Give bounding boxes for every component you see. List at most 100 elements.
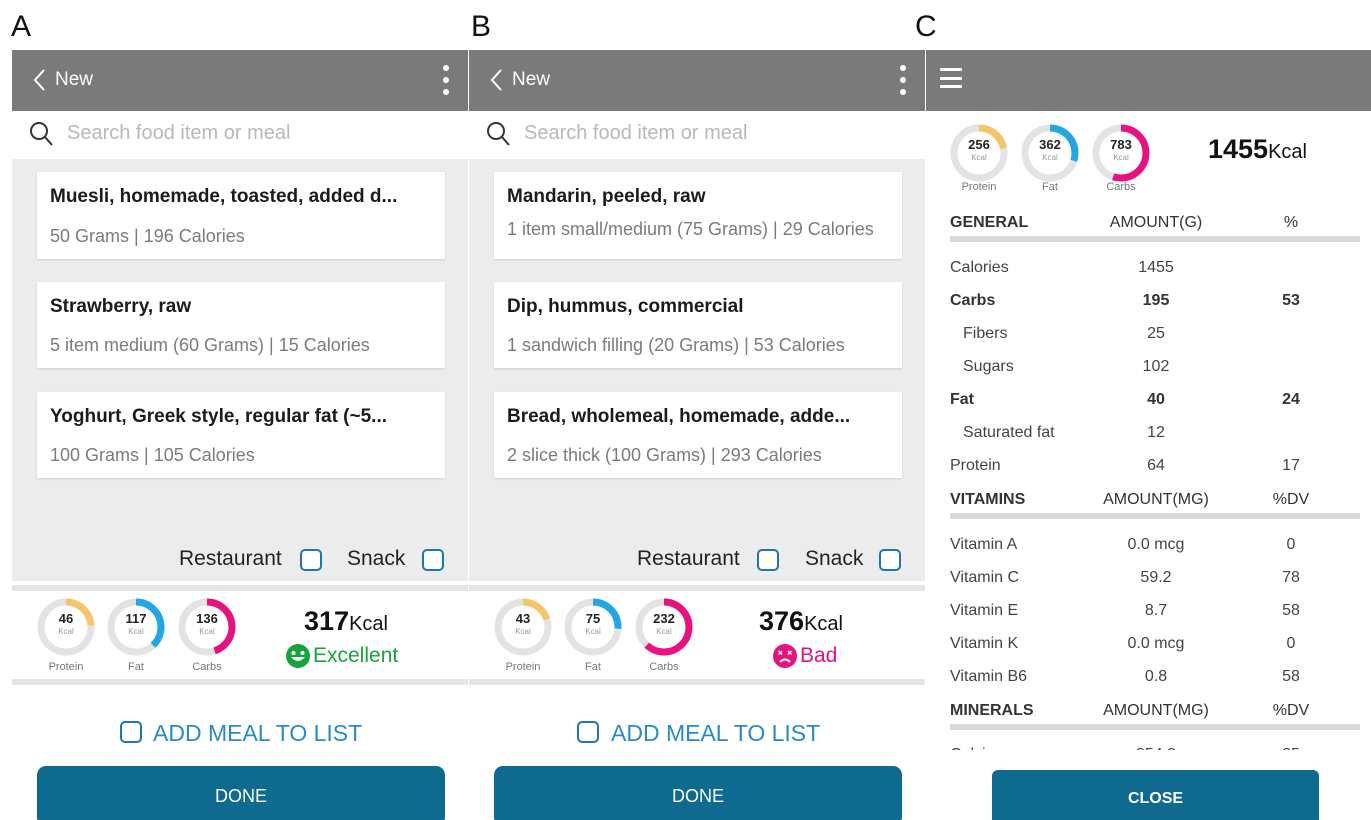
fat-label: Fat <box>128 661 144 673</box>
table-row: Vitamin E 8.7 58 <box>926 599 1371 627</box>
restaurant-checkbox[interactable] <box>300 549 322 571</box>
total-kcal-unit: Kcal <box>349 613 388 635</box>
fat-ring: 75 Kcal <box>563 597 623 657</box>
screen-b: New Search food item or meal Mandarin, p… <box>469 50 925 820</box>
nutrient-amount: 0.0 mcg <box>1127 635 1185 652</box>
nutrient-name: Sugars <box>963 358 1014 375</box>
add-meal-row[interactable]: ADD MEAL TO LIST <box>469 718 925 748</box>
fat-ring: 117 Kcal <box>106 597 166 657</box>
list-item[interactable]: Dip, hummus, commercial 1 sandwich filli… <box>494 282 902 368</box>
snack-label: Snack <box>347 547 406 570</box>
panel-label-c: C <box>915 10 937 43</box>
food-name: Bread, wholemeal, homemade, adde... <box>507 406 851 427</box>
nutrient-name: Vitamin E <box>950 602 1019 619</box>
protein-ring: 46 Kcal <box>36 597 96 657</box>
fat-value: 362 <box>1039 137 1061 152</box>
back-label[interactable]: New <box>512 69 550 91</box>
chevron-left-icon[interactable] <box>30 66 54 94</box>
fat-value: 75 <box>585 611 601 626</box>
happy-face-icon <box>286 644 310 668</box>
vitamins-header: VITAMINS AMOUNT(MG) %DV <box>926 485 1371 519</box>
snack-checkbox[interactable] <box>879 549 901 571</box>
protein-label: Protein <box>505 661 541 673</box>
protein-unit: Kcal <box>515 627 531 636</box>
nutrition-summary: 46 Kcal Protein 117 Kcal Fat 136 Kcal Ca… <box>12 585 468 685</box>
nutrient-name: Fibers <box>963 325 1008 342</box>
list-item[interactable]: Muesli, homemade, toasted, added d... 50… <box>37 172 445 259</box>
done-button[interactable]: DONE <box>37 766 445 820</box>
nutrient-name: Saturated fat <box>963 424 1055 441</box>
food-name: Yoghurt, Greek style, regular fat (~5... <box>50 406 387 427</box>
search-bar[interactable]: Search food item or meal <box>469 111 925 159</box>
nutrient-percent: 0 <box>1286 635 1296 652</box>
search-input[interactable]: Search food item or meal <box>67 122 290 145</box>
food-detail: 50 Grams | 196 Calories <box>50 226 245 246</box>
total-kcal-value: 317 <box>304 606 350 636</box>
add-meal-checkbox[interactable] <box>120 721 142 743</box>
protein-unit: Kcal <box>971 153 987 162</box>
total-kcal: 317Kcal <box>304 606 388 637</box>
more-icon[interactable] <box>442 65 450 95</box>
food-name: Muesli, homemade, toasted, added d... <box>50 186 398 207</box>
list-item[interactable]: Yoghurt, Greek style, regular fat (~5...… <box>37 392 445 478</box>
amount-header: AMOUNT(MG) <box>1103 491 1209 508</box>
food-name: Dip, hummus, commercial <box>507 296 744 317</box>
total-kcal-value: 376 <box>759 606 805 636</box>
menu-icon[interactable] <box>940 68 962 88</box>
fat-label: Fat <box>1042 181 1058 193</box>
list-item[interactable]: Strawberry, raw 5 item medium (60 Grams)… <box>37 282 445 368</box>
list-item[interactable]: Bread, wholemeal, homemade, adde... 2 sl… <box>494 392 902 478</box>
add-meal-label[interactable]: ADD MEAL TO LIST <box>611 720 820 747</box>
more-icon[interactable] <box>899 65 907 95</box>
add-meal-checkbox[interactable] <box>577 721 599 743</box>
carbs-value: 783 <box>1110 137 1132 152</box>
fat-unit: Kcal <box>585 627 601 636</box>
table-row: Vitamin B6 0.8 58 <box>926 665 1371 693</box>
fat-ring: 362 Kcal <box>1020 123 1080 183</box>
search-icon <box>30 122 53 146</box>
rating-label: Bad <box>800 644 838 667</box>
add-meal-label[interactable]: ADD MEAL TO LIST <box>153 720 362 747</box>
percent-header: %DV <box>1272 491 1310 508</box>
list-item[interactable]: Mandarin, peeled, raw 1 item small/mediu… <box>494 172 902 259</box>
snack-checkbox[interactable] <box>422 549 444 571</box>
carbs-value: 136 <box>196 611 218 626</box>
nutrient-percent: 17 <box>1282 457 1300 474</box>
vitamins-title: VITAMINS <box>950 491 1026 508</box>
nutrition-summary: 256 Kcal Protein 362 Kcal Fat 783 Kcal C… <box>926 111 1371 193</box>
nutrient-amount: 40 <box>1147 391 1165 408</box>
table-row: Vitamin K 0.0 mcg 0 <box>926 632 1371 660</box>
minerals-title: MINERALS <box>950 702 1034 719</box>
carbs-label: Carbs <box>649 661 679 673</box>
table-row: Protein 64 17 <box>926 454 1371 482</box>
table-row: Vitamin C 59.2 78 <box>926 566 1371 594</box>
nutrient-name: Vitamin C <box>950 569 1020 586</box>
food-detail: 5 item medium (60 Grams) | 15 Calories <box>50 335 370 355</box>
total-kcal: 1455Kcal <box>1208 134 1307 165</box>
nutrient-name: Fat <box>950 391 974 408</box>
food-name: Mandarin, peeled, raw <box>507 186 706 207</box>
nutrition-summary: 43 Kcal Protein 75 Kcal Fat 232 Kcal Car… <box>469 585 925 685</box>
nutrient-name: Vitamin B6 <box>950 668 1028 685</box>
protein-label: Protein <box>961 181 997 193</box>
general-title: GENERAL <box>950 214 1029 231</box>
protein-value: 46 <box>58 611 74 626</box>
carbs-unit: Kcal <box>1113 153 1129 162</box>
table-row: Sugars 102 <box>926 355 1371 383</box>
back-label[interactable]: New <box>55 69 93 91</box>
search-bar[interactable]: Search food item or meal <box>12 111 468 159</box>
close-button[interactable]: CLOSE <box>992 770 1319 820</box>
search-input[interactable]: Search food item or meal <box>524 122 747 145</box>
sad-face-icon <box>773 644 797 668</box>
nutrient-amount: 25 <box>1147 325 1165 342</box>
chevron-left-icon[interactable] <box>487 66 511 94</box>
nutrient-percent: 58 <box>1282 668 1300 685</box>
nutrient-amount: 12 <box>1147 424 1165 441</box>
restaurant-checkbox[interactable] <box>757 549 779 571</box>
add-meal-row[interactable]: ADD MEAL TO LIST <box>12 718 468 748</box>
done-button[interactable]: DONE <box>494 766 902 820</box>
nutrient-name: Calories <box>950 259 1009 276</box>
fat-value: 117 <box>125 611 147 626</box>
protein-ring: 43 Kcal <box>493 597 553 657</box>
carbs-unit: Kcal <box>199 627 215 636</box>
